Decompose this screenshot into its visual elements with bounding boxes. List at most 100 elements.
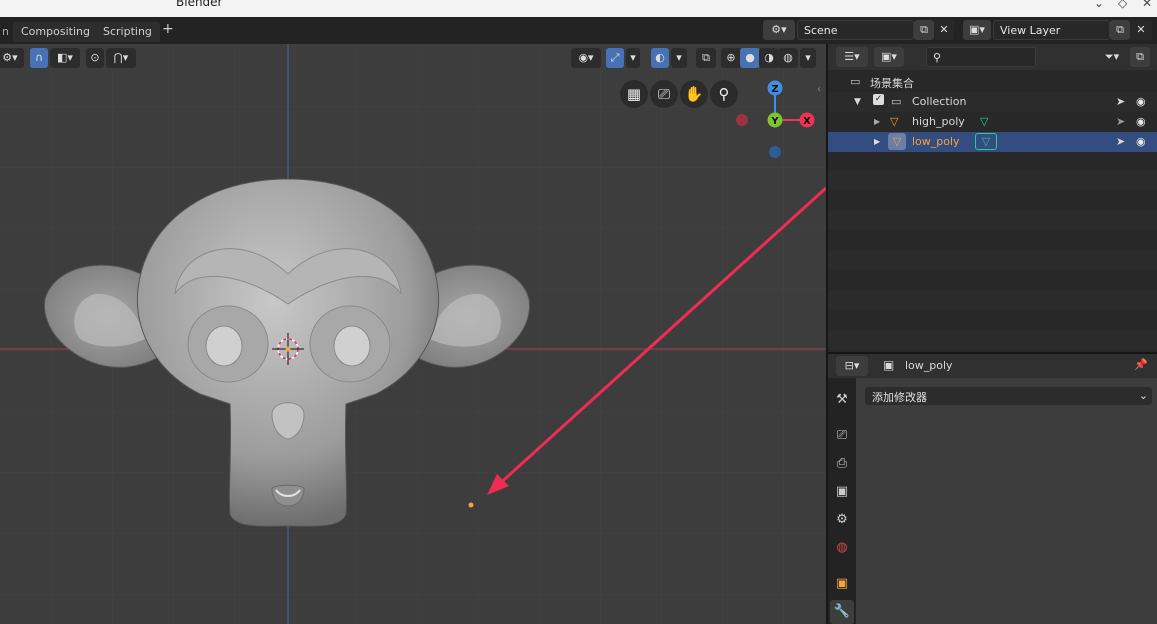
chevron-down-icon: ▾: [805, 51, 811, 64]
minimize-icon[interactable]: ⌄: [1094, 0, 1104, 10]
display-mode-dropdown[interactable]: ▣▾: [874, 47, 904, 67]
collection-label: Collection: [912, 95, 967, 108]
copy-icon: ⧉: [1116, 23, 1124, 36]
navigation-gizmo[interactable]: Z Y X: [730, 74, 820, 164]
mesh-data-icon[interactable]: ▽: [975, 133, 997, 150]
material-shading-button[interactable]: ◑: [759, 48, 779, 68]
outliner-row-high-poly[interactable]: ▶ ▽ high_poly ▽ ➤ ◉: [828, 112, 1157, 132]
solid-sphere-icon: ●: [745, 51, 755, 64]
scene-name-field[interactable]: Scene: [797, 20, 914, 40]
pan-view-button[interactable]: ✋: [680, 80, 708, 108]
globe-icon: ◍: [836, 540, 848, 555]
snap-target-dropdown[interactable]: ◧▾: [50, 48, 80, 68]
mesh-data-icon[interactable]: ▽: [980, 115, 988, 128]
view-layer-icon: ▣▾: [881, 50, 897, 63]
shading-dropdown[interactable]: ▾: [800, 48, 816, 68]
object-icon: ▣: [883, 358, 895, 372]
scene-selector-button[interactable]: ⚙▾: [763, 20, 795, 40]
properties-editor-type-dropdown[interactable]: ⊟▾: [836, 356, 868, 376]
outliner-row-low-poly[interactable]: ▶ ▽ low_poly ▽ ➤ ◉: [828, 132, 1157, 152]
tab-scripting[interactable]: Scripting: [95, 22, 160, 42]
camera-view-button[interactable]: ⎚: [650, 80, 678, 108]
overlays-icon: ◐: [655, 51, 665, 64]
sidebar-toggle-icon[interactable]: ‹: [817, 84, 821, 95]
add-modifier-dropdown[interactable]: 添加修改器 ⌄: [865, 387, 1152, 405]
new-scene-button[interactable]: ⧉: [914, 20, 934, 40]
gizmo-dropdown[interactable]: ▾: [626, 48, 640, 68]
image-stack-icon: ▣: [835, 484, 849, 499]
circle-dot-icon: ⊙: [90, 51, 100, 64]
properties-object-name: low_poly: [905, 359, 953, 372]
solid-shading-button[interactable]: ●: [740, 48, 760, 68]
search-icon: ⚲: [933, 51, 942, 64]
view-layer-name-field[interactable]: View Layer: [993, 20, 1110, 40]
eye-icon: ◉▾: [578, 51, 594, 64]
snap-toggle[interactable]: ∩: [30, 48, 48, 68]
render-layers-icon: ▣▾: [969, 23, 985, 36]
overlays-toggle[interactable]: ◐: [651, 48, 669, 68]
outliner-panel: ☰▾ ▣▾ ⚲ ⏷▾ ⧉ ▭ 场景集合 ▼ ✓ ▭ Collection ➤ ◉…: [828, 44, 1157, 352]
viewport-canvas[interactable]: [0, 44, 826, 624]
3d-viewport[interactable]: ⚙▾ ∩ ◧▾ ⊙ ⋂▾ ◉▾ ⤢ ▾ ◐ ▾ ⧉ ⊕ ● ◑ ◍ ▾ ▦ ⎚ …: [0, 44, 826, 624]
add-modifier-label: 添加修改器: [872, 391, 927, 404]
add-workspace-button[interactable]: +: [158, 21, 178, 41]
mesh-object-icon: ▽: [890, 115, 899, 128]
outliner-row-scene-collection[interactable]: ▭ 场景集合: [828, 72, 1157, 92]
view-layer-tab[interactable]: ▣: [830, 480, 854, 504]
delete-scene-button[interactable]: ✕: [934, 20, 954, 40]
selectable-cursor-icon[interactable]: ➤: [1116, 95, 1125, 108]
grid-icon: ▦: [626, 85, 642, 103]
chevron-down-icon: ▾: [630, 51, 636, 64]
hand-icon: ✋: [684, 85, 704, 103]
filter-dropdown[interactable]: ⏷▾: [1098, 47, 1126, 67]
visibility-dropdown[interactable]: ◉▾: [571, 48, 601, 68]
proportional-falloff-dropdown[interactable]: ⋂▾: [106, 48, 136, 68]
gizmo-x-label: X: [803, 116, 811, 127]
gizmo-toggle[interactable]: ⤢: [606, 48, 624, 68]
output-tab[interactable]: ⎙: [830, 452, 854, 476]
window-title: Blender: [176, 0, 223, 9]
object-origin-point: [468, 502, 474, 508]
object-tab[interactable]: ▣: [830, 572, 854, 596]
high-poly-label: high_poly: [912, 115, 965, 128]
modifiers-tab[interactable]: 🔧: [830, 600, 854, 624]
expand-arrow-icon[interactable]: ▶: [874, 117, 880, 126]
tab-compositing[interactable]: Compositing: [13, 22, 98, 42]
visibility-eye-icon[interactable]: ◉: [1136, 95, 1146, 108]
rendered-shading-button[interactable]: ◍: [778, 48, 798, 68]
visibility-eye-icon[interactable]: ◉: [1136, 135, 1146, 148]
view-layer-selector-button[interactable]: ▣▾: [963, 20, 991, 40]
pin-icon[interactable]: 📌: [1134, 358, 1148, 371]
transform-pivot-dropdown[interactable]: ⚙▾: [0, 48, 24, 68]
editor-type-dropdown[interactable]: ☰▾: [836, 47, 868, 67]
render-tab[interactable]: ⎚: [830, 424, 854, 448]
scene-tab[interactable]: ⚙: [830, 508, 854, 532]
new-collection-button[interactable]: ⧉: [1130, 47, 1150, 67]
tool-tab[interactable]: ⚒: [830, 388, 854, 412]
selectable-cursor-icon[interactable]: ➤: [1116, 115, 1125, 128]
new-view-layer-button[interactable]: ⧉: [1110, 20, 1130, 40]
collection-checkbox[interactable]: ✓: [873, 94, 884, 105]
expand-arrow-icon[interactable]: ▶: [874, 137, 880, 146]
proportional-edit-toggle[interactable]: ⊙: [86, 48, 104, 68]
maximize-icon[interactable]: ◇: [1118, 0, 1127, 10]
xray-toggle[interactable]: ⧉: [696, 48, 716, 68]
chevron-down-icon: ⌄: [1138, 389, 1148, 402]
gizmo-neg-x-axis: [736, 114, 748, 126]
selectable-cursor-icon[interactable]: ➤: [1116, 135, 1125, 148]
filter-icon: ⏷▾: [1104, 50, 1120, 63]
x-icon: ✕: [1136, 23, 1146, 36]
overlays-dropdown[interactable]: ▾: [671, 48, 687, 68]
outliner-search-input[interactable]: ⚲: [926, 47, 1036, 67]
gizmo-neg-z-axis: [769, 146, 781, 158]
close-icon[interactable]: ✕: [1142, 0, 1152, 10]
delete-view-layer-button[interactable]: ✕: [1130, 20, 1152, 40]
visibility-eye-icon[interactable]: ◉: [1136, 115, 1146, 128]
wireframe-shading-button[interactable]: ⊕: [721, 48, 741, 68]
magnet-icon: ∩: [34, 51, 44, 64]
world-tab[interactable]: ◍: [830, 536, 854, 560]
outliner-stripe: [828, 330, 1157, 350]
collapse-arrow-icon[interactable]: ▼: [854, 97, 861, 107]
outliner-row-collection[interactable]: ▼ ✓ ▭ Collection ➤ ◉: [828, 92, 1157, 112]
toggle-perspective-button[interactable]: ▦: [620, 80, 648, 108]
